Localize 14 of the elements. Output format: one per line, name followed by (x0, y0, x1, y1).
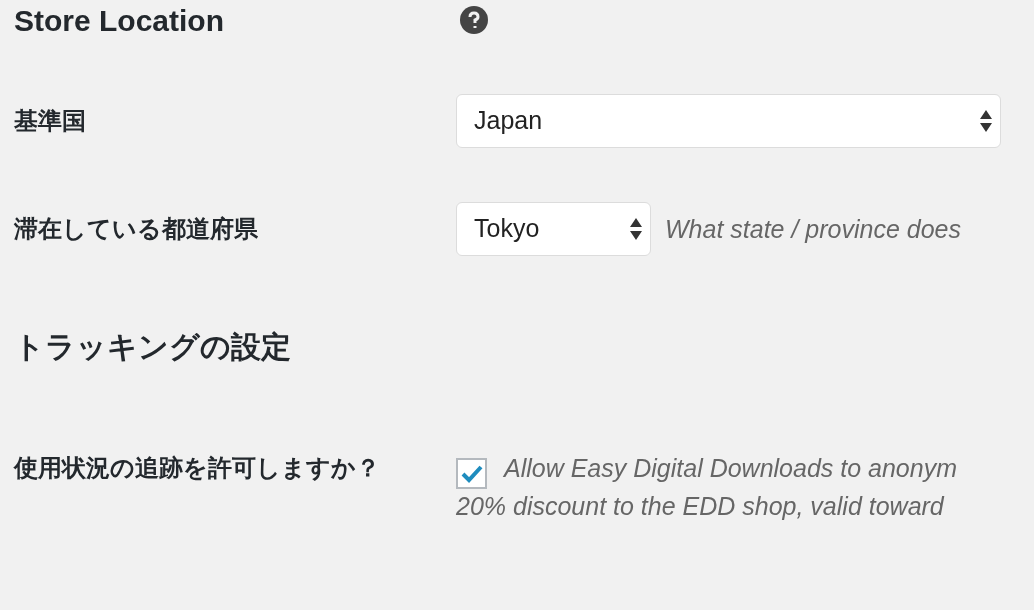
description-text: Allow Easy Digital Downloads to anonym (504, 453, 957, 484)
updown-arrows-icon (980, 109, 992, 133)
section-heading: Store Location (14, 3, 224, 37)
checkbox[interactable] (456, 458, 487, 489)
description-text: What state / province does (665, 214, 961, 245)
check-icon (460, 464, 483, 483)
select-field[interactable]: Japan (456, 94, 1001, 148)
section-heading: トラッキングの設定 (14, 329, 291, 363)
select-field[interactable]: Tokyo (456, 202, 651, 256)
field-label: 滞在している都道府県 (14, 215, 258, 242)
description-text: 20% discount to the EDD shop, valid toward (456, 491, 944, 522)
field-label: 基準国 (14, 107, 86, 134)
field-label: 使用状況の追跡を許可しますか？ (14, 454, 380, 481)
updown-arrows-icon (630, 217, 642, 241)
